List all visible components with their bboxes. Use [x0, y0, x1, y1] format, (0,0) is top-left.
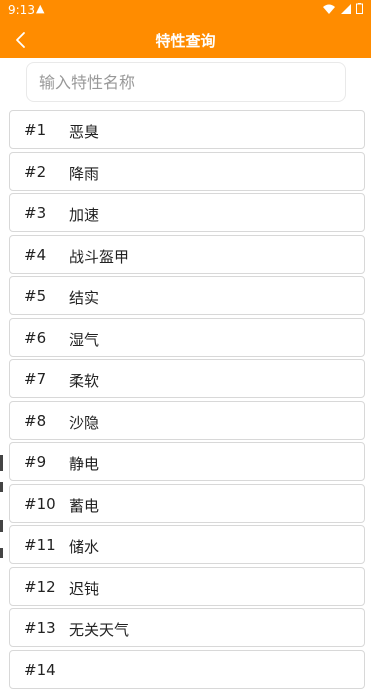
ability-name: 降雨 [69, 164, 100, 183]
ability-name: 战斗盔甲 [69, 247, 130, 266]
ability-name: 沙隐 [69, 413, 100, 432]
ability-name: 无关天气 [69, 621, 130, 639]
ability-row[interactable]: #2 降雨 [9, 151, 365, 191]
warning-icon: ▲ [36, 2, 45, 15]
search-box [26, 62, 346, 102]
ability-number: #8 [24, 411, 47, 430]
ability-row[interactable]: #7 柔软 [9, 359, 365, 398]
ability-row[interactable]: #8 沙隐 [9, 400, 365, 440]
ability-name: 储水 [69, 538, 100, 556]
ability-row[interactable]: #4 战斗盔甲 [9, 234, 365, 274]
ability-name: 静电 [69, 455, 100, 473]
ability-number: #10 [24, 494, 56, 513]
system-status-icons [323, 3, 363, 17]
ability-number: #7 [24, 370, 47, 388]
ability-number: #5 [24, 287, 47, 305]
search-input[interactable] [26, 62, 346, 102]
ability-number: #14 [24, 660, 56, 679]
ability-name: 恶臭 [69, 123, 100, 141]
app-bar: 特性查询 [0, 22, 371, 58]
ability-number: #4 [24, 245, 47, 264]
ability-row[interactable]: #6 湿气 [9, 317, 365, 357]
ability-number: #6 [24, 328, 47, 347]
ability-name: 加速 [69, 206, 100, 224]
left-edge-fragment [0, 482, 3, 492]
ability-name: 蓄电 [69, 496, 100, 515]
ability-number: #11 [24, 536, 56, 554]
ability-number: #1 [24, 121, 47, 139]
ability-row[interactable]: #9 静电 [9, 442, 365, 481]
ability-name: 柔软 [69, 372, 100, 390]
ability-row[interactable]: #14 [9, 649, 365, 689]
ability-name: 结实 [69, 289, 100, 307]
ability-row[interactable]: #13 无关天气 [9, 608, 365, 647]
ability-row[interactable]: #12 迟钝 [9, 566, 365, 606]
status-time: 9:13 [8, 3, 35, 17]
battery-icon [356, 3, 363, 14]
wifi-icon [323, 4, 335, 14]
ability-number: #2 [24, 162, 47, 181]
ability-number: #13 [24, 619, 56, 637]
ability-row[interactable]: #11 储水 [9, 525, 365, 564]
ability-row[interactable]: #1 恶臭 [9, 110, 365, 149]
ability-row[interactable]: #5 结实 [9, 276, 365, 315]
ability-row[interactable]: #10 蓄电 [9, 483, 365, 523]
page-title: 特性查询 [155, 32, 216, 50]
ability-number: #9 [24, 453, 47, 471]
left-edge-fragment [0, 455, 3, 471]
ability-row[interactable]: #3 加速 [9, 193, 365, 232]
ability-number: #12 [24, 577, 56, 596]
ability-name: 湿气 [69, 330, 100, 349]
status-bar: 9:13 ▲ [0, 0, 371, 22]
left-edge-fragment [0, 548, 3, 558]
ability-name: 迟钝 [69, 579, 100, 598]
ability-list: #1 恶臭 #2 降雨 #3 加速 #4 战斗盔甲 #5 结实 #6 湿气 #7 柔软 #8 沙隐 #9 静电 #1… [9, 110, 365, 691]
signal-icon [340, 4, 351, 14]
left-edge-fragment [0, 520, 3, 532]
ability-number: #3 [24, 204, 47, 222]
